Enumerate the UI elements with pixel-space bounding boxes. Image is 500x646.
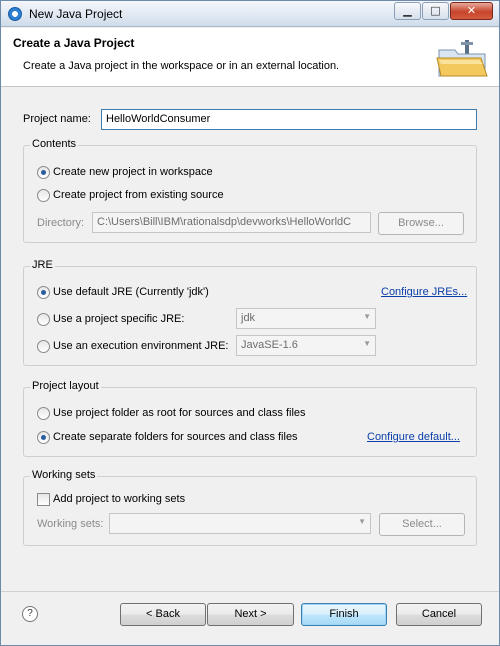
browse-button[interactable]: Browse... bbox=[378, 212, 464, 235]
create-from-existing-label[interactable]: Create project from existing source bbox=[53, 189, 224, 201]
folder-wizard-icon bbox=[436, 40, 488, 77]
title-bar[interactable]: New Java Project ▁ □ ✕ bbox=[1, 1, 499, 27]
finish-button[interactable]: Finish bbox=[301, 603, 387, 626]
contents-group-title: Contents bbox=[30, 138, 79, 150]
execution-env-radio[interactable] bbox=[37, 340, 50, 353]
working-sets-select[interactable]: ▼ bbox=[109, 513, 371, 534]
working-sets-group-title: Working sets bbox=[30, 469, 98, 481]
wizard-header: Create a Java Project Create a Java proj… bbox=[1, 28, 499, 87]
configure-default-link[interactable]: Configure default... bbox=[367, 431, 460, 443]
eclipse-icon bbox=[8, 7, 22, 21]
back-button[interactable]: < Back bbox=[120, 603, 206, 626]
chevron-down-icon: ▼ bbox=[363, 339, 371, 348]
add-to-working-sets-label[interactable]: Add project to working sets bbox=[53, 493, 185, 505]
project-layout-group-title: Project layout bbox=[30, 380, 101, 392]
create-new-project-radio[interactable] bbox=[37, 166, 50, 179]
separate-folders-label[interactable]: Create separate folders for sources and … bbox=[53, 431, 298, 443]
maximize-button[interactable]: □ bbox=[422, 2, 449, 20]
execution-env-label[interactable]: Use an execution environment JRE: bbox=[53, 340, 228, 352]
specific-jre-select[interactable]: jdk ▼ bbox=[236, 308, 376, 329]
working-sets-label: Working sets: bbox=[37, 518, 104, 530]
project-folder-root-label[interactable]: Use project folder as root for sources a… bbox=[53, 407, 306, 419]
create-from-existing-radio[interactable] bbox=[37, 189, 50, 202]
specific-jre-label[interactable]: Use a project specific JRE: bbox=[53, 313, 184, 325]
directory-label: Directory: bbox=[37, 217, 85, 229]
project-layout-group bbox=[23, 387, 477, 457]
project-name-label: Project name: bbox=[23, 113, 91, 125]
default-jre-radio[interactable] bbox=[37, 286, 50, 299]
execution-env-select[interactable]: JavaSE-1.6 ▼ bbox=[236, 335, 376, 356]
next-button[interactable]: Next > bbox=[207, 603, 294, 626]
cancel-button[interactable]: Cancel bbox=[396, 603, 482, 626]
chevron-down-icon: ▼ bbox=[358, 517, 366, 526]
configure-jres-link[interactable]: Configure JREs... bbox=[381, 286, 467, 298]
specific-jre-radio[interactable] bbox=[37, 313, 50, 326]
window-controls: ▁ □ ✕ bbox=[393, 2, 493, 20]
project-name-input[interactable]: HelloWorldConsumer bbox=[101, 109, 477, 130]
add-to-working-sets-checkbox[interactable] bbox=[37, 493, 50, 506]
close-button[interactable]: ✕ bbox=[450, 2, 493, 20]
help-icon[interactable]: ? bbox=[22, 606, 38, 622]
page-title: Create a Java Project bbox=[13, 36, 135, 50]
window-title: New Java Project bbox=[29, 7, 123, 21]
jre-group-title: JRE bbox=[30, 259, 55, 271]
directory-input[interactable]: C:\Users\Bill\IBM\rationalsdp\devworks\H… bbox=[92, 212, 371, 233]
minimize-button[interactable]: ▁ bbox=[394, 2, 421, 20]
dialog-window: New Java Project ▁ □ ✕ Create a Java Pro… bbox=[0, 0, 500, 646]
specific-jre-value: jdk bbox=[241, 312, 256, 324]
footer-separator bbox=[1, 591, 499, 592]
execution-env-value: JavaSE-1.6 bbox=[241, 339, 298, 351]
page-description: Create a Java project in the workspace o… bbox=[23, 60, 340, 72]
separate-folders-radio[interactable] bbox=[37, 431, 50, 444]
create-new-project-label[interactable]: Create new project in workspace bbox=[53, 166, 213, 178]
project-folder-root-radio[interactable] bbox=[37, 407, 50, 420]
default-jre-label[interactable]: Use default JRE (Currently 'jdk') bbox=[53, 286, 209, 298]
chevron-down-icon: ▼ bbox=[363, 312, 371, 321]
select-working-sets-button[interactable]: Select... bbox=[379, 513, 465, 536]
